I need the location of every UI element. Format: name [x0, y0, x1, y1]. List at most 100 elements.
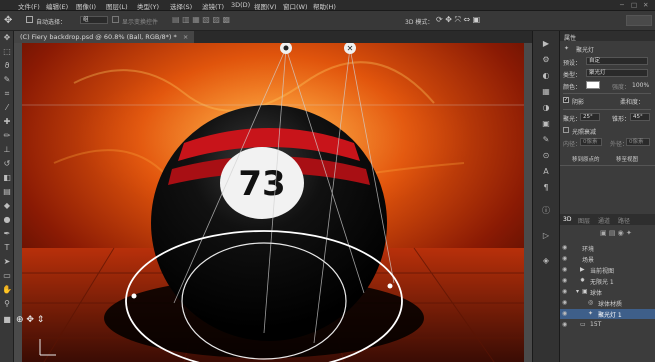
menu-type[interactable]: 类型(Y)	[137, 1, 159, 11]
styles-panel-icon[interactable]: ▣	[541, 119, 551, 129]
menu-select[interactable]: 选择(S)	[170, 1, 192, 11]
type-dropdown[interactable]: 聚光灯	[586, 69, 648, 77]
visibility-eye-icon[interactable]: ◉	[562, 277, 567, 284]
scene-item-scene[interactable]: ◉ 场景	[560, 254, 655, 264]
clone-panel-icon[interactable]: ⊙	[541, 151, 551, 161]
menu-layer[interactable]: 图层(L)	[106, 1, 128, 11]
pen-tool-icon[interactable]: ✒	[2, 229, 12, 239]
color-panel-icon[interactable]: ◐	[541, 71, 551, 81]
stamp-tool-icon[interactable]: ⊥	[2, 145, 12, 155]
brush-tool-icon[interactable]: ✏	[2, 131, 12, 141]
move-tool-icon[interactable]: ✥	[2, 33, 12, 43]
panel-icon-strip: ▶ ⚙ ◐ ▦ ◑ ▣ ✎ ⊙ A ¶ ⓘ ▷ ◈	[532, 31, 560, 362]
tab-close-icon[interactable]: ×	[183, 33, 188, 41]
light-falloff-checkbox[interactable]	[563, 127, 569, 133]
falloff-field[interactable]: 45°	[630, 113, 650, 121]
blur-tool-icon[interactable]: ◆	[2, 201, 12, 211]
menu-filter[interactable]: 滤镜(T)	[202, 1, 224, 11]
visibility-eye-icon[interactable]: ◉	[562, 255, 567, 262]
shadow-checkbox[interactable]: ✓	[563, 97, 569, 103]
inner-field[interactable]: 0像素	[580, 138, 602, 146]
visibility-eye-icon[interactable]: ◉	[562, 288, 567, 295]
3d-filter-icons[interactable]: ▣ ▤ ◉ ✦	[600, 229, 632, 237]
workspace-button[interactable]	[626, 15, 652, 26]
document-tab[interactable]: (C) Fiery backdrop.psd @ 60.8% (Ball, RG…	[14, 31, 195, 43]
scene-item-infinite-light[interactable]: ◉ ✸ 无限光 1	[560, 276, 655, 286]
scene-item-sphere[interactable]: ◉ ▾ ▣ 球体	[560, 287, 655, 297]
menu-help[interactable]: 帮助(H)	[313, 1, 336, 11]
actions-panel-icon[interactable]: ▷	[541, 231, 551, 241]
menu-edit[interactable]: 编辑(E)	[46, 1, 68, 11]
light-falloff-label: 光照衰减	[572, 129, 597, 136]
crop-tool-icon[interactable]: ⌗	[2, 89, 12, 99]
color-swatches-icon[interactable]: ■	[2, 315, 12, 325]
scene-item-sphere-material[interactable]: ◉ ◎ 球体材质	[560, 298, 655, 308]
quick-select-tool-icon[interactable]: ✎	[2, 75, 12, 85]
document-canvas[interactable]: 73 ✕ ⊕ ✥ ⇕	[14, 43, 532, 362]
visibility-eye-icon[interactable]: ◉	[562, 266, 567, 273]
move-to-origin-button[interactable]: 移到原点的	[572, 155, 600, 163]
gradient-tool-icon[interactable]: ▤	[2, 187, 12, 197]
scene-item-current-view[interactable]: ◉ ▶ 当前视图	[560, 265, 655, 275]
minimize-icon[interactable]: ─	[620, 1, 624, 9]
history-brush-tool-icon[interactable]: ↺	[2, 159, 12, 169]
falloff-label: 锥形：	[612, 116, 631, 123]
swatches-panel-icon[interactable]: ▦	[541, 87, 551, 97]
intensity-value[interactable]: 100%	[632, 82, 649, 89]
visibility-eye-icon[interactable]: ◉	[562, 299, 567, 306]
path-select-tool-icon[interactable]: ➤	[2, 257, 12, 267]
type-tool-icon[interactable]: T	[2, 243, 12, 253]
eraser-tool-icon[interactable]: ◧	[2, 173, 12, 183]
scene-item-environment[interactable]: ◉ 环境	[560, 243, 655, 253]
shadow-label: 阴影	[572, 99, 585, 106]
dodge-tool-icon[interactable]: ●	[2, 215, 12, 225]
tab-layers[interactable]: 图层	[578, 216, 590, 225]
transform-checkbox[interactable]	[112, 16, 119, 23]
tab-3d[interactable]: 3D	[563, 216, 571, 223]
history-panel-icon[interactable]: ▶	[541, 39, 551, 49]
eyedropper-tool-icon[interactable]: ⁄	[2, 103, 12, 113]
outer-field[interactable]: 0像素	[626, 138, 650, 146]
layers-panel-icon[interactable]: ◈	[541, 256, 551, 266]
move-to-view-button[interactable]: 移至视图	[616, 155, 638, 163]
healing-tool-icon[interactable]: ✚	[2, 117, 12, 127]
preset-dropdown[interactable]: 自定	[586, 57, 648, 65]
menu-file[interactable]: 文件(F)	[18, 1, 40, 11]
document-tab-bar: (C) Fiery backdrop.psd @ 60.8% (Ball, RG…	[14, 31, 532, 43]
menu-window[interactable]: 窗口(W)	[283, 1, 308, 11]
brush-panel-icon[interactable]: ✎	[541, 135, 551, 145]
properties-panel-icon[interactable]: ⚙	[541, 55, 551, 65]
scene-item-spotlight[interactable]: ◉ ✦ 聚光灯 1	[560, 309, 655, 319]
hotspot-field[interactable]: 25°	[580, 113, 600, 121]
menu-view[interactable]: 视图(V)	[254, 1, 277, 11]
restore-icon[interactable]: □	[631, 1, 637, 9]
3d-mode-icons[interactable]: ⟳ ✥ ⤧ ⇔ ▣	[436, 15, 480, 25]
align-icons[interactable]: ▤ ▥ ▦ ▧ ▨ ▩	[172, 15, 230, 24]
shape-tool-icon[interactable]: ▭	[2, 271, 12, 281]
light-color-swatch[interactable]	[586, 81, 600, 89]
tab-channels[interactable]: 通道	[598, 216, 610, 225]
expand-arrow-icon[interactable]: ▾	[576, 288, 579, 295]
hand-tool-icon[interactable]: ✋	[2, 285, 12, 295]
visibility-eye-icon[interactable]: ◉	[562, 310, 567, 317]
visibility-eye-icon[interactable]: ◉	[562, 321, 567, 328]
auto-select-checkbox[interactable]	[26, 16, 33, 23]
paragraph-panel-icon[interactable]: ¶	[541, 183, 551, 193]
spotlight-icon: ✦	[588, 310, 594, 317]
close-icon[interactable]: ✕	[643, 1, 648, 9]
marquee-tool-icon[interactable]: ⬚	[2, 47, 12, 57]
menu-3d[interactable]: 3D(D)	[231, 1, 250, 9]
info-panel-icon[interactable]: ⓘ	[541, 206, 551, 216]
orbit-widget-icon[interactable]: ⊕ ✥ ⇕	[16, 315, 44, 325]
adjustments-panel-icon[interactable]: ◑	[541, 103, 551, 113]
move-tool-icon[interactable]: ✥	[4, 15, 12, 26]
zoom-tool-icon[interactable]: ⚲	[2, 299, 12, 309]
tab-paths[interactable]: 路径	[618, 216, 630, 225]
lasso-tool-icon[interactable]: ϑ	[2, 61, 12, 71]
auto-select-dropdown[interactable]: 组	[80, 16, 108, 24]
character-panel-icon[interactable]: A	[541, 167, 551, 177]
scene-item-15t[interactable]: ◉ ▭ 15T	[560, 320, 655, 330]
transform-label: 显示变换控件	[122, 19, 159, 26]
visibility-eye-icon[interactable]: ◉	[562, 244, 567, 251]
menu-image[interactable]: 图像(I)	[76, 1, 96, 11]
